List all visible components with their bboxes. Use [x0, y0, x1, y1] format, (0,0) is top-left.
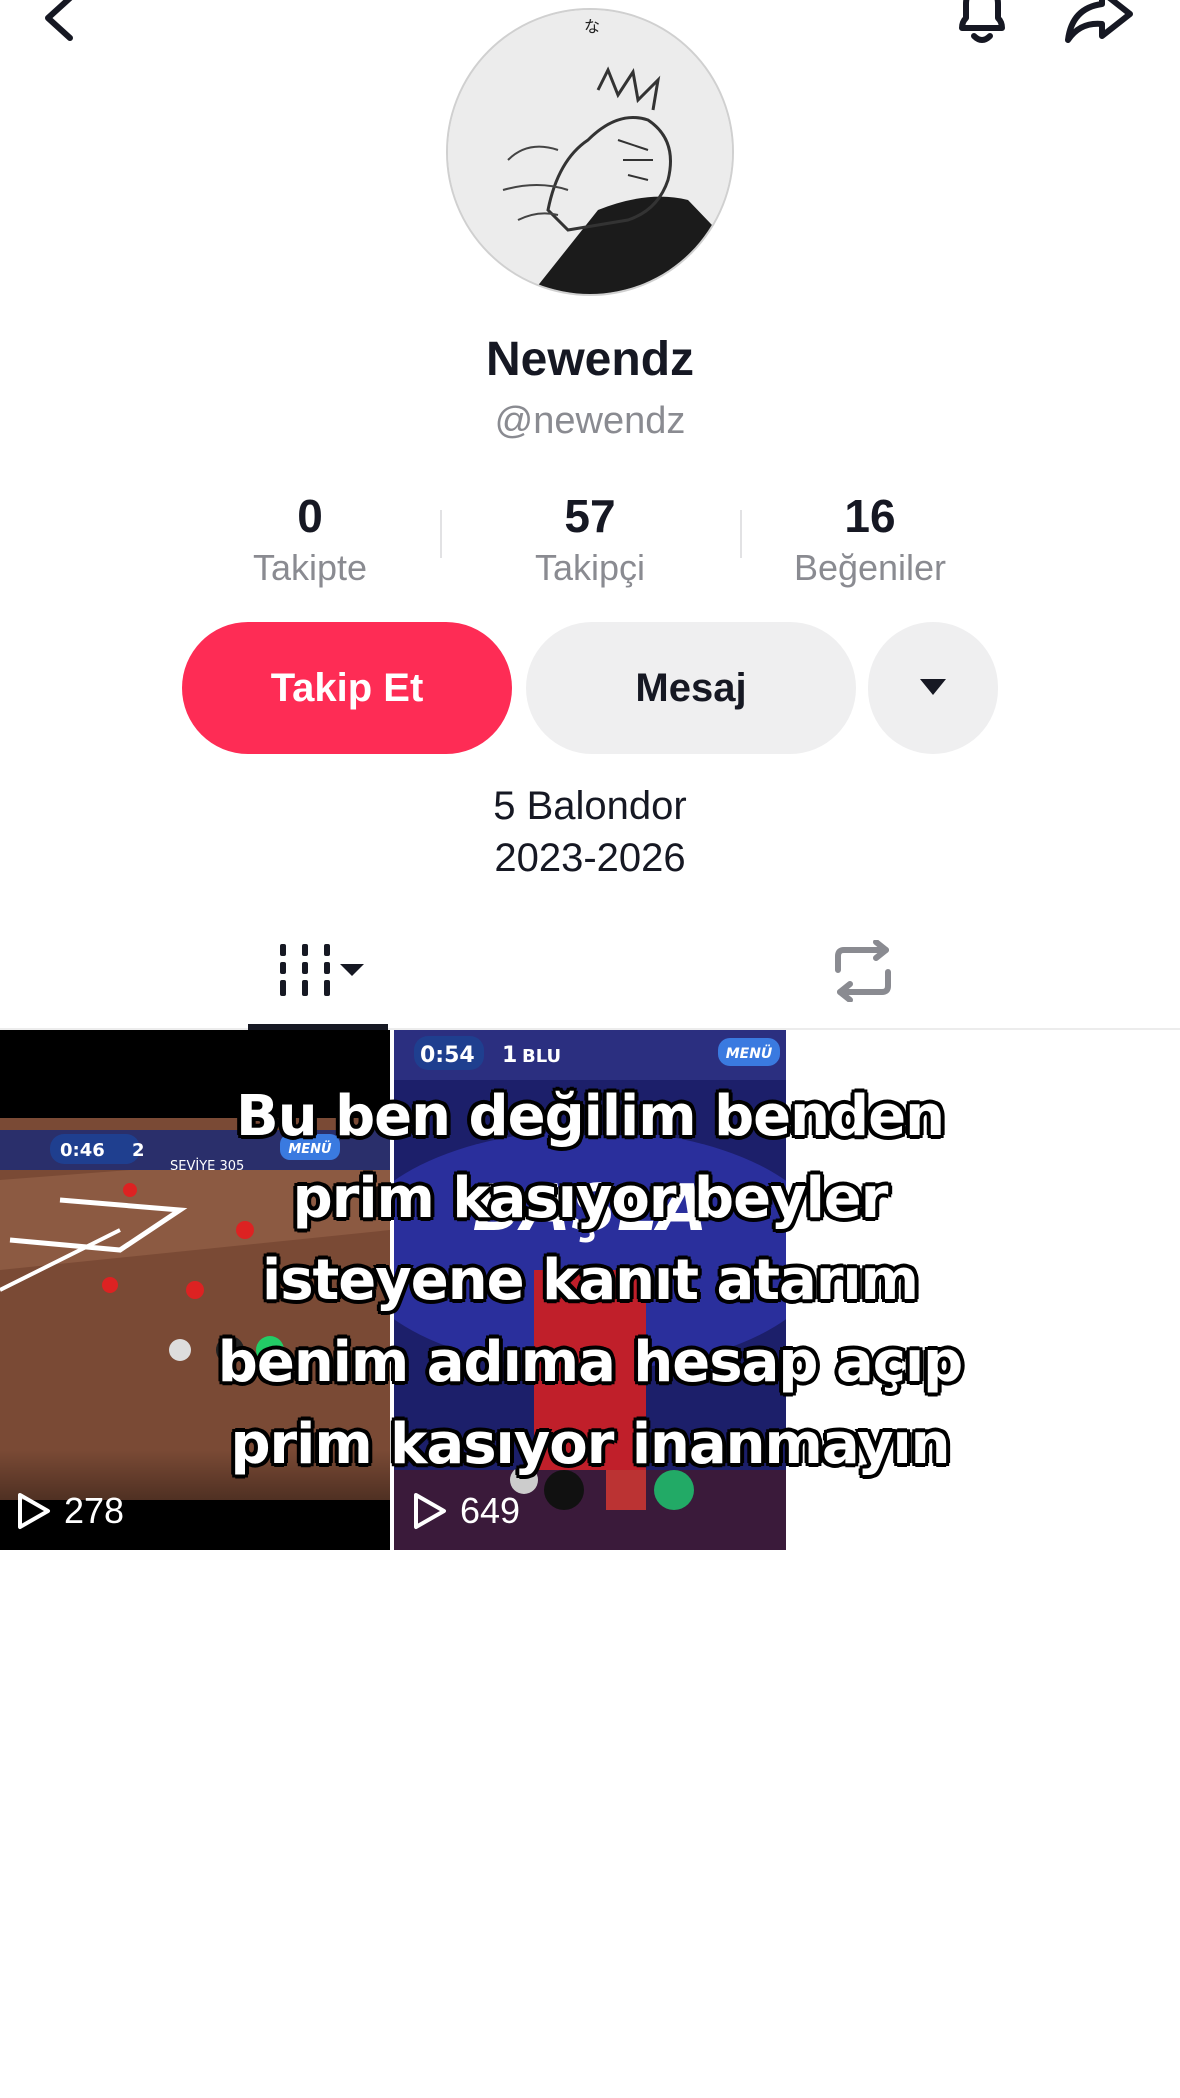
caption-line: isteyene kanıt atarım	[262, 1248, 919, 1313]
play-icon	[414, 1493, 446, 1529]
avatar[interactable]: な	[446, 8, 734, 296]
stat-following[interactable]: 0 Takipte	[170, 488, 450, 592]
view-count: 278	[16, 1484, 124, 1538]
follow-button[interactable]: Takip Et	[182, 622, 512, 754]
hud-menu: MENÜ	[726, 1044, 773, 1062]
following-label: Takipte	[252, 547, 368, 588]
hud-team: BLU	[522, 1046, 561, 1067]
caret-down-icon	[920, 679, 946, 695]
followers-count: 57	[564, 490, 616, 542]
view-count: 649	[412, 1484, 520, 1538]
grid-icon	[280, 944, 364, 996]
message-button[interactable]: Mesaj	[526, 622, 856, 754]
stat-divider	[440, 510, 442, 558]
caption-line: benim adıma hesap açıp	[217, 1330, 964, 1395]
bio-line: 5 Balondor	[493, 784, 687, 828]
display-name: Newendz	[485, 333, 695, 386]
tab-videos[interactable]	[248, 900, 388, 1030]
profile-stats: 0 Takipte 57 Takipçi 16 Beğeniler	[170, 488, 1010, 588]
caption-line: Bu ben değilim benden	[236, 1084, 945, 1149]
view-count-text: 278	[64, 1490, 125, 1531]
following-count: 0	[297, 490, 323, 542]
hud-time: 0:54	[420, 1043, 475, 1068]
bell-icon[interactable]	[950, 0, 1014, 48]
bio-line: 2023-2026	[494, 836, 686, 880]
chevron-left-icon[interactable]	[40, 0, 80, 44]
more-options-button[interactable]	[868, 622, 998, 754]
share-arrow-icon[interactable]	[1062, 0, 1136, 48]
stat-likes[interactable]: 16 Beğeniler	[730, 488, 1010, 592]
hud-score: 1	[502, 1043, 517, 1068]
bio: 5 Balondor 2023-2026	[0, 780, 1180, 884]
overlay-caption: Bu ben değilim benden prim kasıyor beyle…	[90, 1076, 1090, 1486]
svg-text:な: な	[584, 17, 600, 36]
avatar-image: な	[448, 10, 732, 294]
repost-icon	[835, 940, 891, 1002]
followers-label: Takipçi	[534, 547, 646, 588]
caption-line: prim kasıyor beyler	[292, 1166, 889, 1231]
caption-line: prim kasıyor inanmayın	[230, 1412, 950, 1477]
username: @newendz	[494, 400, 686, 442]
stat-followers[interactable]: 57 Takipçi	[450, 488, 730, 592]
likes-label: Beğeniler	[793, 547, 947, 588]
likes-count: 16	[844, 490, 896, 542]
play-icon	[18, 1493, 50, 1529]
profile-tabs	[0, 900, 1180, 1030]
view-count-text: 649	[460, 1490, 521, 1531]
tab-reposts[interactable]	[820, 900, 920, 1028]
